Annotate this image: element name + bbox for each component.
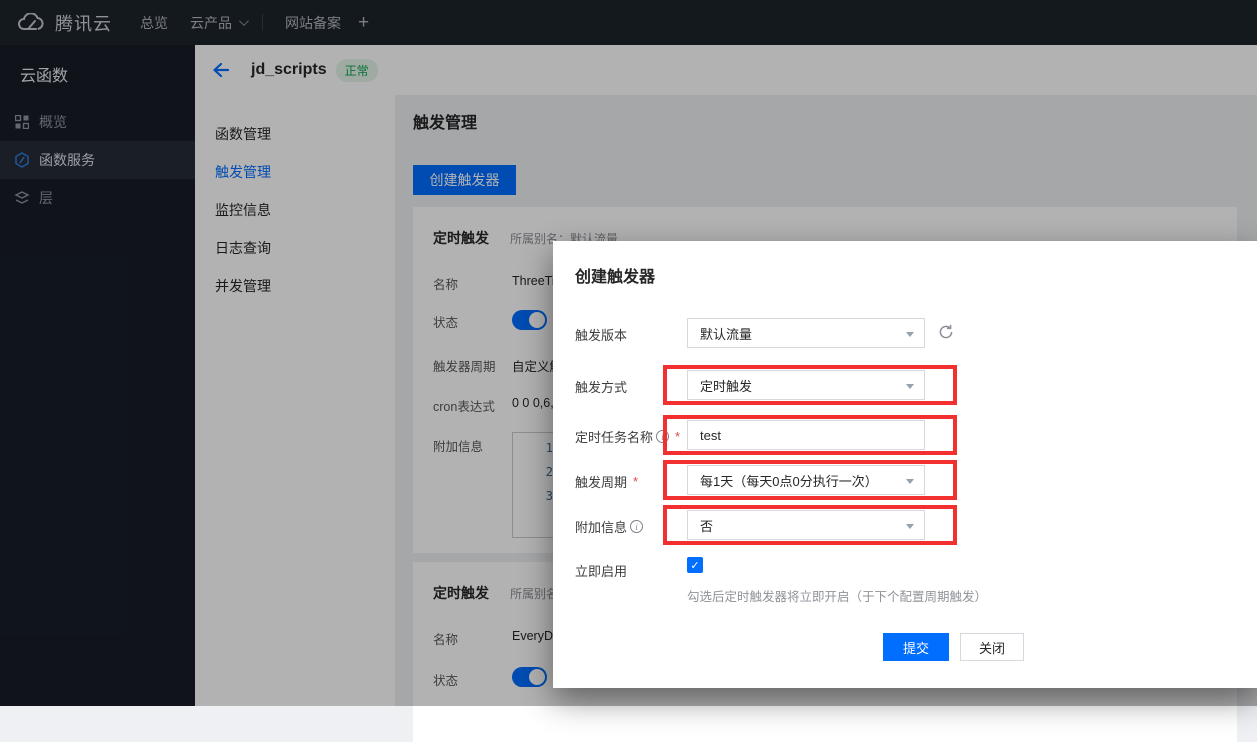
trigger-cycle-select[interactable]: 每1天（每天0点0分执行一次）	[687, 465, 925, 495]
refresh-icon[interactable]	[938, 324, 956, 342]
selected-value: 否	[700, 516, 713, 535]
field-label-trigger-method: 触发方式	[575, 377, 627, 396]
caret-down-icon	[906, 479, 914, 484]
required-marker: *	[633, 474, 638, 489]
create-trigger-dialog: 创建触发器 触发版本 默认流量 触发方式 定时触发 定时任务名称 i * 触发周…	[553, 241, 1257, 688]
field-label-extra-info: 附加信息 i	[575, 517, 643, 536]
field-label-task-name: 定时任务名称 i *	[575, 427, 680, 446]
selected-value: 定时触发	[700, 376, 752, 395]
caret-down-icon	[906, 384, 914, 389]
submit-button[interactable]: 提交	[883, 633, 949, 661]
field-label-trigger-version: 触发版本	[575, 325, 627, 344]
enable-hint-text: 勾选后定时触发器将立即开启（于下个配置周期触发）	[687, 586, 987, 605]
close-button[interactable]: 关闭	[960, 633, 1024, 661]
trigger-version-select[interactable]: 默认流量	[687, 318, 925, 348]
caret-down-icon	[906, 524, 914, 529]
task-name-input[interactable]	[687, 420, 925, 450]
field-label-enable-now: 立即启用	[575, 561, 627, 580]
extra-info-select[interactable]: 否	[687, 510, 925, 540]
enable-now-checkbox[interactable]: ✓	[687, 557, 703, 573]
dialog-title: 创建触发器	[575, 263, 655, 287]
selected-value: 每1天（每天0点0分执行一次）	[700, 471, 878, 490]
trigger-method-select[interactable]: 定时触发	[687, 370, 925, 400]
info-icon[interactable]: i	[630, 520, 643, 533]
caret-down-icon	[906, 332, 914, 337]
field-label-trigger-cycle: 触发周期 *	[575, 472, 638, 491]
check-icon: ✓	[690, 559, 699, 572]
required-marker: *	[675, 429, 680, 444]
info-icon[interactable]: i	[656, 430, 669, 443]
selected-value: 默认流量	[700, 324, 752, 343]
